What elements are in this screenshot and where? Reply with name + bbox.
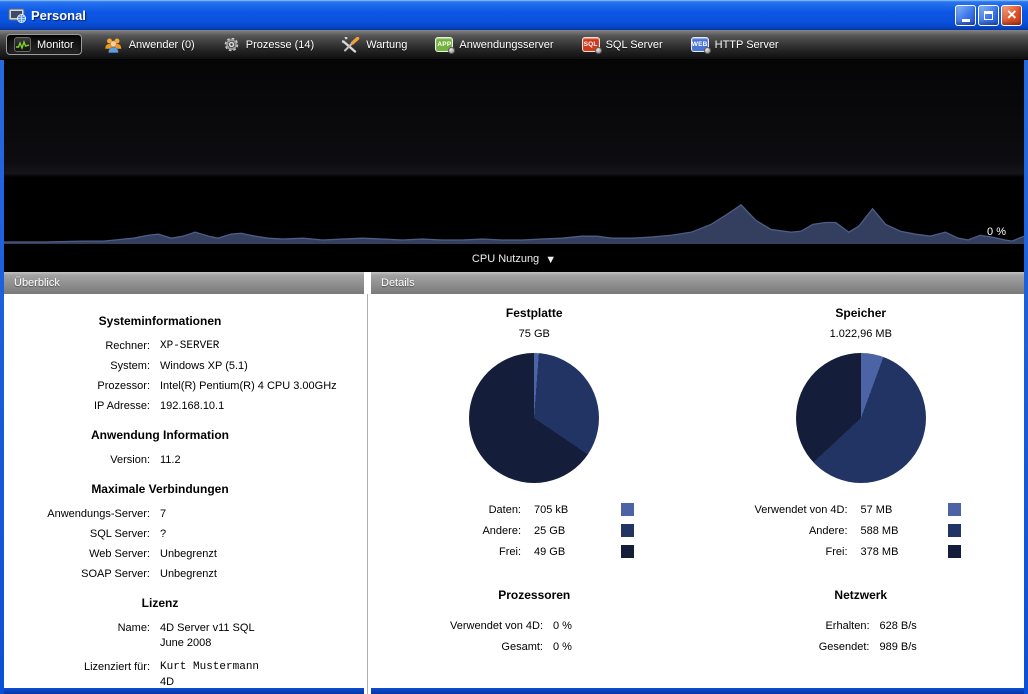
- minimize-icon: [962, 19, 970, 22]
- stat-row: Gesendet: 989 B/s: [698, 637, 1025, 658]
- toolbar-item-prozesse[interactable]: Prozesse (14): [217, 33, 320, 56]
- legend-swatch: [621, 503, 634, 516]
- sql-server-icon: SQL: [582, 37, 600, 52]
- details-panel: Festplatte 75 GB Daten: 705 kB Andere: 2…: [371, 294, 1024, 694]
- info-row: Name: 4D Server v11 SQL June 2008: [4, 618, 364, 651]
- toolbar-item-http-server[interactable]: WEB HTTP Server: [685, 34, 785, 55]
- info-row: System: Windows XP (5.1): [4, 356, 364, 376]
- legend-row: Andere: 588 MB: [698, 520, 1025, 541]
- chart-total: 1.022,96 MB: [698, 328, 1025, 340]
- toolbar-label: Anwendungsserver: [459, 39, 553, 51]
- content-area: Systeminformationen Rechner: XP-SERVER S…: [4, 294, 1024, 688]
- memory-section: Speicher 1.022,96 MB Verwendet von 4D: 5…: [698, 306, 1025, 694]
- window-title: Personal: [31, 8, 86, 23]
- memory-pie-chart: [796, 353, 926, 483]
- info-row: Rechner: XP-SERVER: [4, 336, 364, 356]
- toolbar-item-anwender[interactable]: Anwender (0): [98, 34, 201, 56]
- memory-legend: Verwendet von 4D: 57 MB Andere: 588 MB F…: [698, 499, 1025, 562]
- toolbar-label: SQL Server: [606, 39, 663, 51]
- legend-swatch: [948, 503, 961, 516]
- info-row: IP Adresse: 192.168.10.1: [4, 396, 364, 416]
- close-button[interactable]: [1001, 5, 1022, 26]
- graph-source-selector[interactable]: CPU Nutzung ▼: [4, 246, 1024, 272]
- panel-divider: [364, 294, 371, 694]
- users-icon: [104, 37, 123, 53]
- info-row: Web Server: Unbegrenzt: [4, 544, 364, 564]
- info-row: Version: 11.2: [4, 450, 364, 470]
- header-gap: [364, 272, 371, 294]
- app-icon: [8, 7, 26, 23]
- gear-icon: [223, 36, 240, 53]
- disk-section: Festplatte 75 GB Daten: 705 kB Andere: 2…: [371, 306, 698, 694]
- gear-badge-icon: [595, 47, 602, 54]
- legend-swatch: [948, 524, 961, 537]
- toolbar-item-wartung[interactable]: Wartung: [336, 34, 413, 56]
- legend-row: Frei: 49 GB: [371, 541, 698, 562]
- legend-row: Verwendet von 4D: 57 MB: [698, 499, 1025, 520]
- chart-title: Speicher: [698, 306, 1025, 320]
- toolbar-label: Anwender (0): [129, 39, 195, 51]
- section-title: Anwendung Information: [4, 428, 316, 442]
- cpu-usage-area-chart: [4, 62, 1024, 244]
- monitor-chart-icon: [14, 37, 31, 52]
- toolbar-label: Wartung: [366, 39, 407, 51]
- close-icon: [1007, 6, 1017, 25]
- toolbar-label: Monitor: [37, 39, 74, 51]
- section-title: Systeminformationen: [4, 314, 316, 328]
- details-header: Details: [371, 272, 1024, 294]
- stat-row: Erhalten: 628 B/s: [698, 616, 1025, 637]
- overview-panel: Systeminformationen Rechner: XP-SERVER S…: [4, 294, 364, 694]
- stat-row: Verwendet von 4D: 0 %: [371, 616, 698, 637]
- toolbar-item-sql-server[interactable]: SQL SQL Server: [576, 34, 669, 55]
- network-section: Netzwerk Erhalten: 628 B/s Gesendet: 989…: [698, 588, 1025, 658]
- maximize-button[interactable]: [978, 5, 999, 26]
- legend-swatch: [621, 545, 634, 558]
- disk-legend: Daten: 705 kB Andere: 25 GB Frei: 49 GB: [371, 499, 698, 562]
- gear-badge-icon: [704, 47, 711, 54]
- gear-badge-icon: [448, 47, 455, 54]
- section-title: Netzwerk: [698, 588, 1025, 602]
- toolbar: Monitor Anwender (0) Prozes: [0, 30, 1028, 60]
- toolbar-label: Prozesse (14): [246, 39, 314, 51]
- cpu-current-value: 0 %: [987, 226, 1006, 238]
- chevron-down-icon: ▼: [545, 253, 556, 266]
- chart-total: 75 GB: [371, 328, 698, 340]
- web-server-icon: WEB: [691, 37, 709, 52]
- toolbar-item-anwendungsserver[interactable]: APP Anwendungsserver: [429, 34, 559, 55]
- app-window: Personal Monitor Anwender (0): [0, 0, 1028, 694]
- section-title: Maximale Verbindungen: [4, 482, 316, 496]
- processors-section: Prozessoren Verwendet von 4D: 0 % Gesamt…: [371, 588, 698, 658]
- chart-title: Festplatte: [371, 306, 698, 320]
- info-row: Lizenziert für: Kurt Mustermann 4D: [4, 657, 364, 690]
- maximize-icon: [984, 11, 993, 20]
- info-row: Prozessor: Intel(R) Pentium(R) 4 CPU 3.0…: [4, 376, 364, 396]
- legend-row: Andere: 25 GB: [371, 520, 698, 541]
- section-title: Lizenz: [4, 596, 316, 610]
- info-row: Anwendungs-Server: 7: [4, 504, 364, 524]
- legend-row: Frei: 378 MB: [698, 541, 1025, 562]
- section-title: Prozessoren: [371, 588, 698, 602]
- info-row: SQL Server: ?: [4, 524, 364, 544]
- title-bar: Personal: [0, 0, 1028, 30]
- graph-source-label: CPU Nutzung: [472, 253, 539, 265]
- toolbar-label: HTTP Server: [715, 39, 779, 51]
- legend-swatch: [621, 524, 634, 537]
- disk-pie-chart: [469, 353, 599, 483]
- toolbar-item-monitor[interactable]: Monitor: [6, 34, 82, 55]
- info-row: SOAP Server: Unbegrenzt: [4, 564, 364, 584]
- app-server-icon: APP: [435, 37, 453, 52]
- tools-icon: [342, 37, 360, 53]
- legend-swatch: [948, 545, 961, 558]
- window-controls: [955, 5, 1022, 26]
- cpu-graph-panel: 0 %: [4, 60, 1024, 246]
- stat-row: Gesamt: 0 %: [371, 637, 698, 658]
- minimize-button[interactable]: [955, 5, 976, 26]
- legend-row: Daten: 705 kB: [371, 499, 698, 520]
- overview-header: Überblick: [4, 272, 364, 294]
- panel-headers: Überblick Details: [4, 272, 1024, 294]
